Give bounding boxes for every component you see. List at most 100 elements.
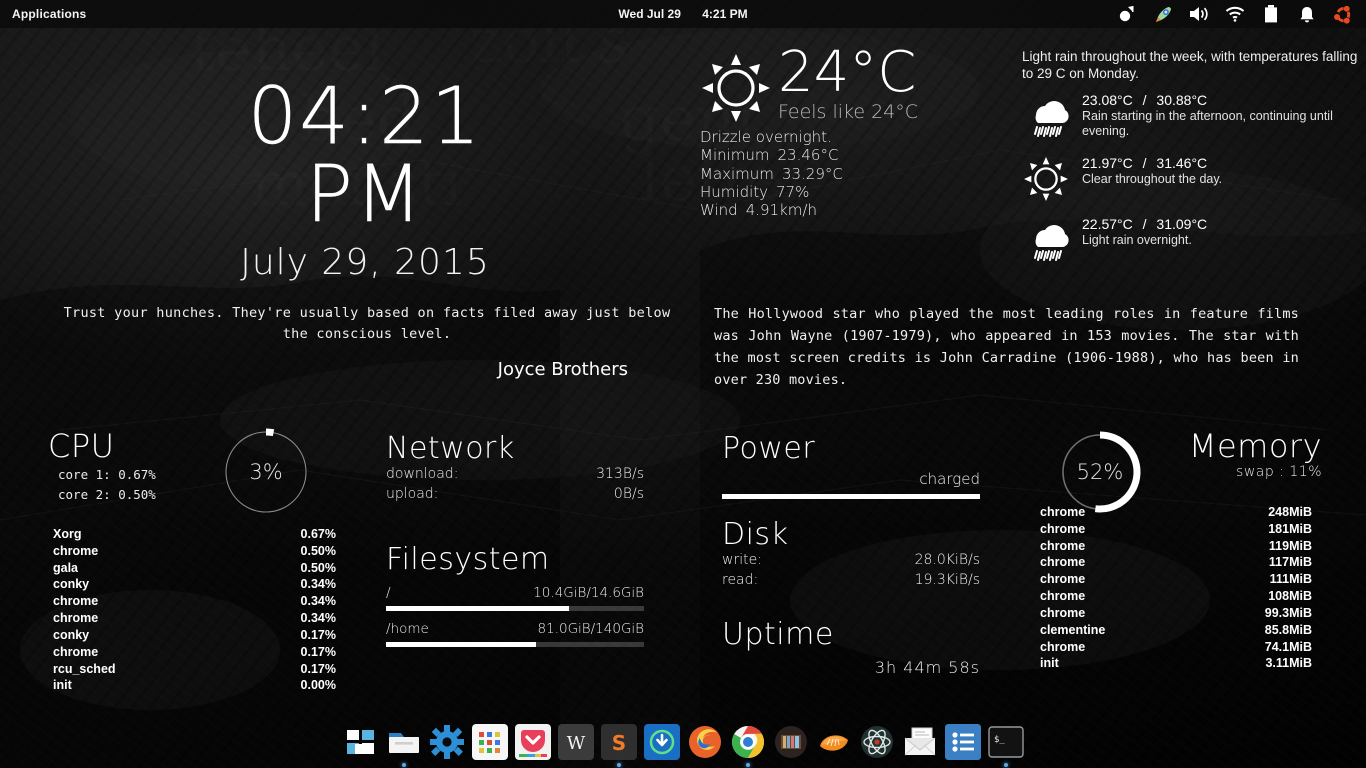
dock-item-slingshot[interactable] bbox=[343, 724, 379, 760]
dock-item-mail[interactable] bbox=[902, 724, 938, 760]
process-value: 248MiB bbox=[1268, 505, 1312, 519]
weather-details: Drizzle overnight. Minimum 23.46°C Maximu… bbox=[700, 128, 1010, 219]
notification-indicator-icon[interactable] bbox=[1116, 3, 1138, 25]
process-value: 0.00% bbox=[300, 678, 336, 693]
ubuntu-icon[interactable] bbox=[1332, 3, 1354, 25]
process-name: Xorg bbox=[53, 527, 82, 541]
memory-process-row: chrome 117MiB bbox=[1040, 554, 1312, 571]
cpu-process-row: chrome 0.34% bbox=[53, 610, 336, 627]
files-manager-icon bbox=[386, 724, 422, 760]
dock-item-chrome[interactable] bbox=[730, 724, 766, 767]
disk-write-label: write: bbox=[722, 552, 762, 568]
dock-item-firefox[interactable] bbox=[687, 724, 723, 760]
uptime-panel: Uptime 3h 44m 58s bbox=[722, 620, 980, 678]
volume-icon[interactable] bbox=[1188, 3, 1210, 25]
network-upload-value: 0B/s bbox=[613, 486, 644, 503]
process-value: 119MiB bbox=[1268, 538, 1312, 553]
process-value: 99.3MiB bbox=[1264, 605, 1312, 620]
cpu-panel: CPU core 1: 0.67% core 2: 0.50% Xorg 0.67… bbox=[48, 430, 358, 694]
weather-minimum-label: Minimum bbox=[700, 146, 770, 165]
applications-menu-button[interactable]: Applications bbox=[0, 7, 98, 21]
bell-icon[interactable] bbox=[1296, 3, 1318, 25]
process-value: 3.11MiB bbox=[1265, 656, 1312, 671]
dock-item-clementine[interactable] bbox=[816, 724, 852, 760]
cpu-process-list: Xorg 0.67% chrome 0.50% gala 0.50% conky 0.3… bbox=[48, 526, 336, 694]
process-value: 117MiB bbox=[1268, 555, 1312, 570]
process-value: 111MiB bbox=[1269, 572, 1312, 587]
process-value: 0.34% bbox=[300, 611, 336, 626]
dock-item-terminal[interactable]: $_ bbox=[987, 724, 1024, 767]
weather-humidity-label: Humidity bbox=[700, 182, 769, 201]
download-manager-icon bbox=[643, 724, 680, 760]
dock-item-pocket[interactable] bbox=[514, 724, 551, 760]
process-name: rcu_sched bbox=[53, 661, 116, 676]
disk-read-label: read: bbox=[722, 572, 759, 589]
cpu-process-row: conky 0.34% bbox=[53, 576, 336, 593]
dock-item-files[interactable] bbox=[386, 724, 422, 767]
dock-item-sublime[interactable]: S bbox=[600, 724, 637, 767]
disk-read-value: 19.3KiB/s bbox=[914, 572, 980, 589]
dock-item-tasks[interactable] bbox=[944, 724, 981, 760]
network-download-value: 313B/s bbox=[596, 466, 644, 482]
process-name: init bbox=[1040, 656, 1059, 671]
mount-value: 81.0GiB/140GiB bbox=[537, 621, 644, 637]
sublime-text-icon: S bbox=[600, 724, 637, 760]
memory-process-list: chrome 248MiB chrome 181MiB chrome 119MiB c… bbox=[1040, 504, 1312, 672]
firefox-icon bbox=[687, 724, 723, 760]
weather-condition: Drizzle overnight. bbox=[700, 128, 832, 146]
slingshot-apps-icon bbox=[343, 724, 379, 760]
weather-wind-value: 4.91km/h bbox=[745, 201, 817, 220]
calibre-icon bbox=[773, 724, 809, 760]
memory-ring-label: 52% bbox=[1076, 460, 1124, 484]
weather-forecast-widget: Light rain throughout the week, with tem… bbox=[1022, 48, 1358, 270]
dock-item-downloads[interactable] bbox=[643, 724, 680, 760]
memory-process-row: chrome 108MiB bbox=[1040, 588, 1312, 605]
process-name: chrome bbox=[1040, 538, 1086, 553]
weather-maximum-label: Maximum bbox=[700, 164, 774, 183]
clementine-icon bbox=[816, 724, 852, 760]
power-state: charged bbox=[919, 470, 980, 488]
cpu-process-row: rcu_sched 0.17% bbox=[53, 661, 336, 678]
dock-item-atom[interactable] bbox=[859, 724, 895, 760]
weather-feels-like: Feels like 24°C bbox=[778, 101, 919, 124]
forecast-low: 22.57°C bbox=[1082, 215, 1133, 232]
rocket-launcher-icon[interactable] bbox=[1152, 3, 1174, 25]
dock-item-settings[interactable] bbox=[429, 724, 465, 760]
battery-icon[interactable] bbox=[1260, 3, 1282, 25]
mount-usage-bar bbox=[386, 642, 644, 647]
cpu-usage-ring: 3% bbox=[222, 428, 310, 516]
memory-usage-ring: 52% bbox=[1058, 430, 1142, 514]
dock-item-calibre[interactable] bbox=[773, 724, 809, 760]
app-grid-icon bbox=[471, 724, 508, 760]
filesystem-mount-row: / 10.4GiB/14.6GiB bbox=[386, 585, 644, 611]
dock-item-app-grid[interactable] bbox=[471, 724, 508, 760]
process-name: chrome bbox=[1040, 521, 1086, 536]
application-dock: W S $_ bbox=[0, 720, 1366, 767]
network-panel: Network download: 313B/s upload: 0B/s bbox=[386, 434, 644, 505]
forecast-description: Clear throughout the day. bbox=[1082, 171, 1223, 186]
process-value: 108MiB bbox=[1268, 589, 1312, 604]
forecast-separator: / bbox=[1142, 154, 1147, 171]
network-upload-label: upload: bbox=[386, 486, 439, 503]
cpu-process-row: Xorg 0.67% bbox=[53, 526, 336, 543]
process-name: chrome bbox=[53, 611, 99, 626]
process-value: 181MiB bbox=[1268, 521, 1312, 536]
process-value: 0.34% bbox=[300, 577, 336, 592]
cpu-ring-label: 3% bbox=[249, 460, 283, 484]
network-title: Network bbox=[386, 431, 515, 466]
memory-process-row: chrome 119MiB bbox=[1040, 538, 1312, 555]
rain-cloud-icon bbox=[1022, 92, 1078, 146]
wifi-icon[interactable] bbox=[1224, 3, 1246, 25]
pocket-icon bbox=[514, 724, 551, 760]
forecast-high: 30.88°C bbox=[1156, 91, 1208, 108]
memory-process-row: clementine 85.8MiB bbox=[1040, 622, 1312, 639]
memory-process-row: chrome 99.3MiB bbox=[1040, 605, 1312, 622]
dock-item-wunderlist[interactable]: W bbox=[557, 724, 594, 760]
forecast-day: 21.97°C / 31.46°C Clear throughout the d… bbox=[1022, 155, 1358, 207]
process-name: chrome bbox=[53, 543, 99, 558]
trivia-widget: The Hollywood star who played the most l… bbox=[714, 304, 1299, 391]
cpu-core1: core 1: 0.67% bbox=[58, 467, 156, 482]
svg-text:W: W bbox=[566, 733, 585, 754]
running-indicator bbox=[745, 763, 750, 767]
mount-name: / bbox=[386, 585, 391, 601]
